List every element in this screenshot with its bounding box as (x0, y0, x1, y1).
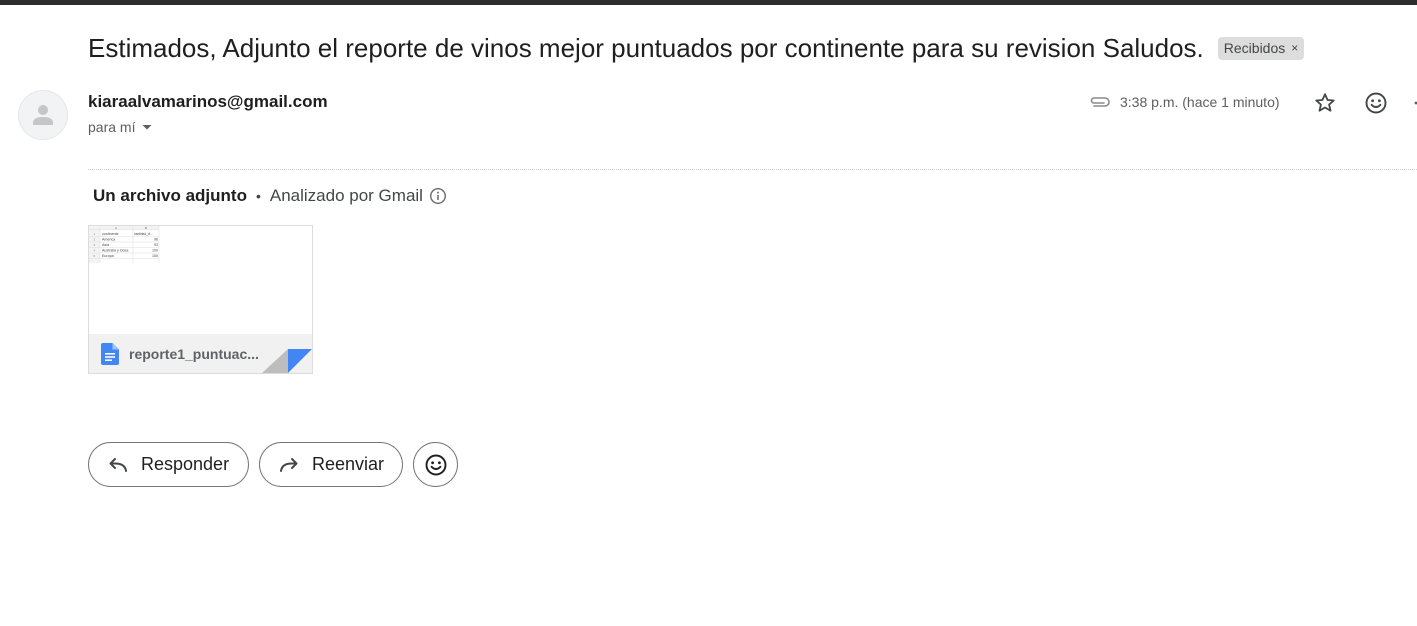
reply-icon (107, 454, 129, 476)
remove-label-button[interactable]: × (1291, 41, 1298, 55)
preview-row-4-a: Australia y Ocea (102, 249, 128, 253)
more-vert-icon (1414, 101, 1417, 105)
message-time: 3:38 p.m. (hace 1 minuto) (1120, 94, 1280, 110)
preview-row-4-b: 100 (152, 249, 158, 253)
preview-row-5-a: Europa (102, 254, 114, 258)
attachment-file-name: reporte1_puntuac... (129, 346, 259, 362)
avatar[interactable] (18, 90, 68, 140)
preview-row-1-b: cantidad_vi... (134, 232, 153, 236)
preview-row-2-a: América (102, 238, 115, 242)
star-button[interactable] (1313, 91, 1337, 115)
page-fold-corner (262, 349, 288, 373)
label-chip-text: Recibidos (1223, 39, 1286, 56)
paperclip-icon (1090, 97, 1110, 107)
emoji-icon (1365, 92, 1387, 114)
scanned-by-gmail: Analizado por Gmail (269, 186, 423, 205)
top-bar (0, 0, 1417, 5)
message-meta: 3:38 p.m. (hace 1 minuto) (1088, 90, 1280, 114)
attachment-preview: A B 1 continente cantidad_vi... 2 Améric… (89, 226, 312, 334)
reply-button[interactable]: Responder (88, 442, 249, 487)
preview-row-2-b: 96 (154, 238, 158, 242)
reply-button-label: Responder (141, 454, 230, 474)
google-docs-icon (101, 343, 119, 365)
recipient-label: para mí (88, 119, 136, 135)
docs-corner-badge (288, 349, 312, 373)
preview-row-1-a: continente (102, 232, 119, 236)
subject-row: Estimados, Adjunto el reporte de vinos m… (88, 30, 1305, 66)
star-icon (1315, 93, 1335, 112)
person-icon (33, 105, 53, 125)
attachment-card[interactable]: A B 1 continente cantidad_vi... 2 Améric… (88, 225, 313, 374)
preview-row-3-a: Asia (102, 243, 109, 247)
attachments-header: Un archivo adjunto • Analizado por Gmail (93, 186, 447, 206)
preview-col-a: A (115, 226, 117, 230)
more-options-button[interactable] (1410, 92, 1417, 114)
label-chip-inbox[interactable]: Recibidos × (1217, 36, 1305, 60)
emoji-icon (425, 454, 446, 475)
emoji-reaction-button[interactable] (413, 442, 458, 487)
forward-button-label: Reenviar (312, 454, 385, 474)
separator-dot: • (255, 188, 261, 204)
info-icon[interactable] (429, 187, 447, 205)
caret-down-icon (142, 125, 152, 130)
sender-email[interactable]: kiaraalvamarinos@gmail.com (88, 92, 328, 112)
preview-col-b: B (145, 226, 147, 230)
attachment-count: Un archivo adjunto (93, 186, 247, 205)
preview-row-3-b: 93 (154, 243, 158, 247)
forward-icon (278, 454, 300, 476)
recipient-details-toggle[interactable]: para mí (88, 119, 153, 135)
preview-row-5-b: 100 (152, 254, 158, 258)
header-divider (88, 169, 1417, 170)
add-reaction-button[interactable] (1363, 90, 1389, 116)
forward-button[interactable]: Reenviar (259, 442, 403, 487)
email-subject: Estimados, Adjunto el reporte de vinos m… (88, 32, 1204, 63)
